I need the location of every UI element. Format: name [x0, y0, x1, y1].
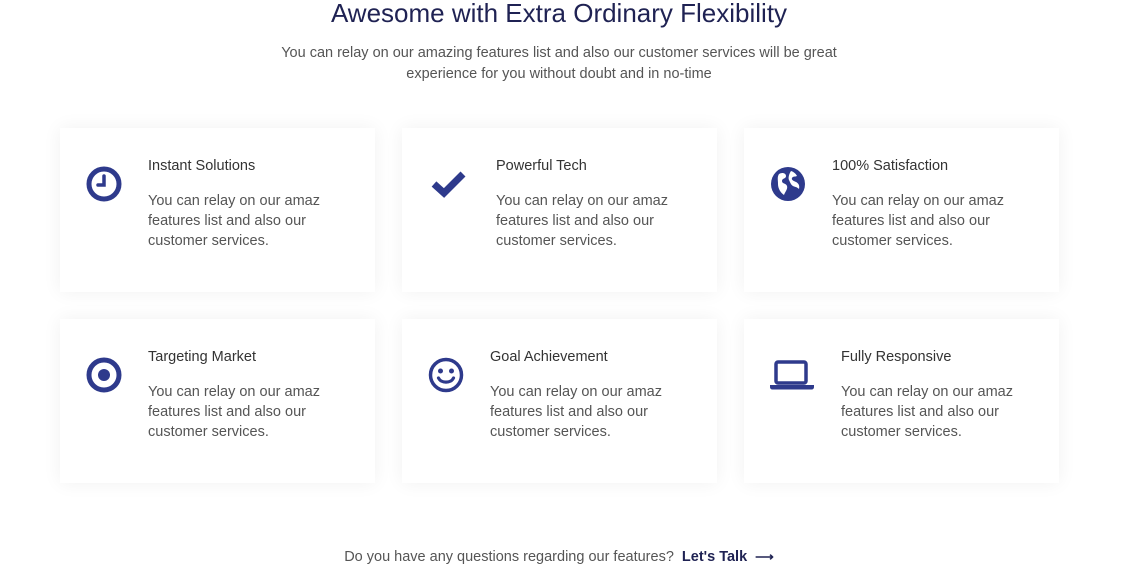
desc-line: features list and also our — [832, 213, 990, 229]
desc-line: features list and also our — [490, 404, 648, 420]
subtitle-line-1: You can relay on our amazing features li… — [281, 45, 837, 61]
section-title: Awesome with Extra Ordinary Flexibility — [330, 0, 788, 28]
feature-description: You can relay on our amaz features list … — [490, 382, 680, 442]
feature-description: You can relay on our amaz features list … — [148, 382, 338, 442]
feature-description: You can relay on our amaz features list … — [496, 191, 686, 251]
desc-line: features list and also our — [148, 404, 306, 420]
desc-line: customer services. — [490, 424, 611, 440]
laptop-icon — [769, 356, 815, 394]
desc-line: customer services. — [148, 233, 269, 249]
features-section: Awesome with Extra Ordinary Flexibility … — [0, 0, 1140, 580]
clock-icon — [85, 165, 123, 203]
target-icon — [85, 356, 123, 394]
feature-card-powerful-tech: Powerful Tech You can relay on our amaz … — [402, 128, 717, 292]
feature-description: You can relay on our amaz features list … — [832, 191, 1022, 251]
desc-line: features list and also our — [841, 404, 999, 420]
feature-card-instant-solutions: Instant Solutions You can relay on our a… — [60, 128, 375, 292]
desc-line: customer services. — [496, 233, 617, 249]
feature-title: Powerful Tech — [496, 158, 587, 174]
feature-title: Targeting Market — [148, 349, 256, 365]
desc-line: You can relay on our amaz — [490, 384, 662, 400]
feature-title: Fully Responsive — [841, 349, 952, 365]
subtitle-line-2: experience for you without doubt and in … — [406, 66, 712, 82]
desc-line: customer services. — [148, 424, 269, 440]
lets-talk-link[interactable]: Let's Talk — [682, 549, 747, 565]
feature-description: You can relay on our amaz features list … — [841, 382, 1031, 442]
desc-line: customer services. — [832, 233, 953, 249]
feature-card-targeting-market: Targeting Market You can relay on our am… — [60, 319, 375, 483]
desc-line: You can relay on our amaz — [832, 193, 1004, 209]
feature-description: You can relay on our amaz features list … — [148, 191, 338, 251]
desc-line: You can relay on our amaz — [148, 193, 320, 209]
section-subtitle: You can relay on our amazing features li… — [279, 43, 839, 85]
desc-line: You can relay on our amaz — [148, 384, 320, 400]
desc-line: You can relay on our amaz — [496, 193, 668, 209]
globe-icon — [769, 165, 807, 203]
feature-title: Instant Solutions — [148, 158, 256, 174]
feature-card-100-satisfaction: 100% Satisfaction You can relay on our a… — [744, 128, 1059, 292]
footer-question: Do you have any questions regarding our … — [344, 549, 674, 565]
feature-title: Goal Achievement — [490, 349, 608, 365]
arrow-right-icon[interactable]: ⟶ — [755, 547, 774, 567]
features-footer: Do you have any questions regarding our … — [0, 547, 1118, 567]
desc-line: features list and also our — [148, 213, 306, 229]
checkmark-icon — [430, 165, 468, 203]
feature-card-fully-responsive: Fully Responsive You can relay on our am… — [744, 319, 1059, 483]
desc-line: features list and also our — [496, 213, 654, 229]
feature-card-goal-achievement: Goal Achievement You can relay on our am… — [402, 319, 717, 483]
desc-line: You can relay on our amaz — [841, 384, 1013, 400]
desc-line: customer services. — [841, 424, 962, 440]
smiley-icon — [427, 356, 465, 394]
feature-title: 100% Satisfaction — [832, 158, 949, 174]
